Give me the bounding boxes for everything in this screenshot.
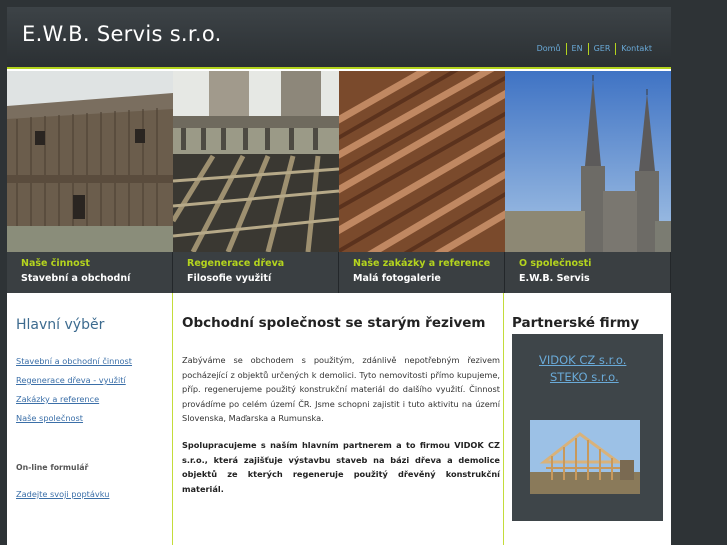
top-nav: Domů EN GER Kontakt	[532, 43, 657, 55]
sidebar-link-regeneration[interactable]: Regenerace dřeva - využití	[16, 375, 126, 385]
sidebar-heading: Hlavní výběr	[16, 317, 105, 333]
sidebar-item: Regenerace dřeva - využití	[16, 368, 172, 387]
banner-caption: Regenerace dřeva Filosofie využití	[173, 252, 339, 293]
banner-title: Naše zakázky a reference	[353, 258, 491, 269]
sidebar-item: Naše společnost	[16, 406, 172, 425]
partner-paragraph: Spolupracujeme s naším hlavním partnerem…	[182, 439, 500, 494]
nav-ger[interactable]: GER	[587, 43, 616, 55]
banner-panel-activity[interactable]: Naše činnost Stavební a obchodní	[7, 71, 173, 293]
site-header: E.W.B. Servis s.r.o. Domů EN GER Kontakt	[7, 7, 671, 69]
house-construction-photo[interactable]	[530, 420, 640, 494]
form-label: On-line formulář	[16, 463, 89, 472]
banner-title: Regenerace dřeva	[187, 258, 285, 269]
sidebar-link-references[interactable]: Zakázky a reference	[16, 394, 99, 404]
banner-subtitle: Stavební a obchodní	[21, 273, 131, 284]
banner-caption: Naše zakázky a reference Malá fotogaleri…	[339, 252, 505, 293]
nav-en[interactable]: EN	[565, 43, 588, 55]
partners-box: VIDOK CZ s.r.o. STEKO s.r.o.	[512, 334, 663, 521]
sidebar-right: Partnerské firmy VIDOK CZ s.r.o. STEKO s…	[505, 293, 671, 545]
intro-paragraph: Zabýváme se obchodem s použitým, zdánliv…	[182, 355, 500, 424]
sidebar-link-activity[interactable]: Stavební a obchodní činnost	[16, 356, 132, 366]
banner-panel-company[interactable]: O společnosti E.W.B. Servis	[505, 71, 671, 293]
sidebar-link-company[interactable]: Naše společnost	[16, 413, 83, 423]
barn-photo	[7, 71, 173, 252]
banner-caption: O společnosti E.W.B. Servis	[505, 252, 671, 293]
sidebar-item: Zakázky a reference	[16, 387, 172, 406]
cathedral-photo	[505, 71, 671, 252]
sidebar-left: Hlavní výběr Stavební a obchodní činnost…	[7, 293, 173, 545]
page-title: Obchodní společnost se starým řezivem	[182, 315, 486, 331]
banner-subtitle: Malá fotogalerie	[353, 273, 441, 284]
planks-photo	[339, 71, 505, 252]
site-title: E.W.B. Servis s.r.o.	[22, 22, 222, 46]
banner-title: O společnosti	[519, 258, 592, 269]
nav-contact[interactable]: Kontakt	[615, 43, 657, 55]
nav-home[interactable]: Domů	[532, 43, 566, 55]
beams-photo	[173, 71, 339, 252]
partners-heading: Partnerské firmy	[512, 315, 640, 331]
banner-subtitle: Filosofie využití	[187, 273, 272, 284]
partner-link-vidok[interactable]: VIDOK CZ s.r.o.	[539, 353, 626, 367]
page: E.W.B. Servis s.r.o. Domů EN GER Kontakt	[7, 7, 671, 545]
banner-title: Naše činnost	[21, 258, 90, 269]
sidebar-item: Stavební a obchodní činnost	[16, 349, 172, 368]
banner-caption: Naše činnost Stavební a obchodní	[7, 252, 173, 293]
partner-link-steko[interactable]: STEKO s.r.o.	[550, 370, 619, 384]
banner: Naše činnost Stavební a obchodní Regener…	[7, 71, 671, 293]
banner-subtitle: E.W.B. Servis	[519, 273, 590, 284]
inquiry-link[interactable]: Zadejte svoji poptávku	[16, 489, 172, 499]
banner-panel-regeneration[interactable]: Regenerace dřeva Filosofie využití	[173, 71, 339, 293]
banner-panel-references[interactable]: Naše zakázky a reference Malá fotogaleri…	[339, 71, 505, 293]
sidebar-menu: Stavební a obchodní činnost Regenerace d…	[16, 349, 172, 425]
main-content: Obchodní společnost se starým řezivem Za…	[174, 293, 504, 545]
